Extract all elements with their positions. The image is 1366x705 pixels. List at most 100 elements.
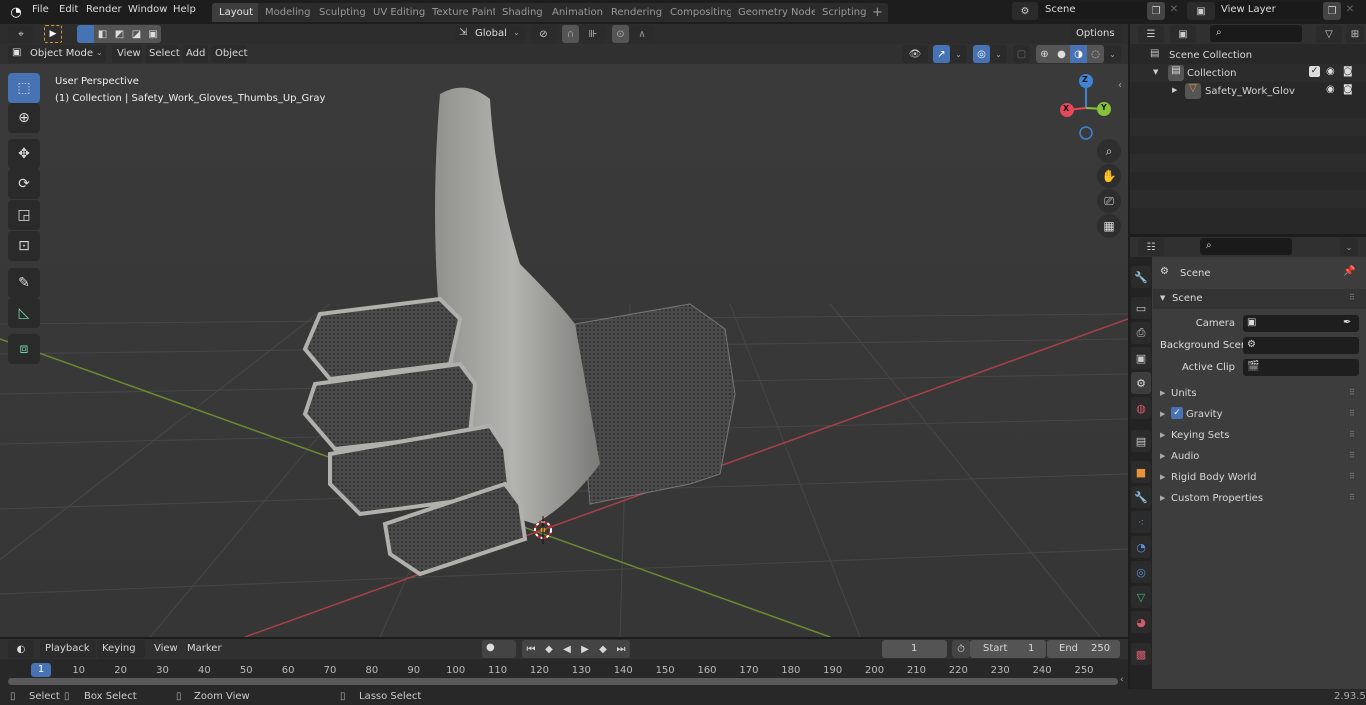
start-frame-field[interactable]: Start 1 xyxy=(970,640,1046,658)
scene-selector-button[interactable]: ⚙ xyxy=(1012,2,1038,20)
jump-to-end-button[interactable]: ⏭ xyxy=(612,640,630,658)
marker-menu[interactable]: Marker xyxy=(187,643,222,654)
view-menu[interactable]: View xyxy=(112,45,142,63)
properties-search-input[interactable]: ⌕ xyxy=(1200,238,1292,255)
outliner-search-input[interactable]: ⌕ xyxy=(1210,25,1302,42)
pan-view-button[interactable]: ✋ xyxy=(1097,164,1121,188)
outliner-row-collection[interactable]: ▼ ▤ Collection ✓ ◉ ◙ xyxy=(1130,64,1366,82)
shading-dropdown[interactable]: ⌄ xyxy=(1104,45,1121,63)
visibility-dropdown[interactable]: 👁 xyxy=(902,45,928,63)
tab-uv-editing[interactable]: UV Editing xyxy=(366,3,433,22)
playhead[interactable]: 1 xyxy=(31,663,51,677)
collapse-arrow-icon[interactable]: ‹ xyxy=(1120,675,1124,685)
options-dropdown[interactable]: Options xyxy=(1070,25,1122,43)
tab-texture-paint[interactable]: Texture Paint xyxy=(425,3,504,22)
add-cube-tool[interactable]: ⧈ xyxy=(8,334,40,364)
expand-arrow-icon[interactable]: ▶ xyxy=(1172,86,1177,94)
object-tab[interactable]: ■ xyxy=(1131,461,1151,483)
drag-handle-icon[interactable]: ⠿ xyxy=(1349,293,1355,302)
subpanel-audio[interactable]: ▶ Audio ⠿ xyxy=(1153,447,1366,467)
subpanel-gravity[interactable]: ▶ ✓ Gravity ⠿ xyxy=(1153,405,1366,425)
menu-window[interactable]: Window xyxy=(128,4,167,15)
snap-target-dropdown[interactable]: ⊪ xyxy=(580,25,606,43)
eye-icon[interactable]: ◉ xyxy=(1326,66,1335,77)
jump-to-prev-keyframe-button[interactable]: ◆ xyxy=(540,640,558,658)
outliner-row-object[interactable]: ▶ ▽ Safety_Work_Gloves_Thu ◉ ◙ xyxy=(1130,82,1366,100)
transform-orientation-dropdown[interactable]: ⇲ Global ⌄ xyxy=(455,25,525,43)
tab-sculpting[interactable]: Sculpting xyxy=(312,3,373,22)
active-tool-button[interactable]: ▶ xyxy=(44,25,62,43)
timeline-scrollbar[interactable] xyxy=(8,678,1118,685)
xray-toggle[interactable]: ▢ xyxy=(1013,45,1030,63)
exclude-checkbox[interactable]: ✓ xyxy=(1309,66,1320,77)
view-layer-selector-button[interactable]: ▣ xyxy=(1187,2,1215,20)
tab-modeling[interactable]: Modeling xyxy=(258,3,318,22)
mode-dropdown[interactable]: ▣ Object Mode ⌄ xyxy=(8,45,106,63)
select-subtract-button[interactable]: ◩ xyxy=(111,25,128,43)
zoom-view-button[interactable]: ⌕ xyxy=(1097,139,1121,163)
output-tab[interactable]: ⎙ xyxy=(1131,322,1151,344)
outliner-row-scene-collection[interactable]: ▤ Scene Collection xyxy=(1130,46,1366,64)
new-collection-button[interactable]: ⊞ xyxy=(1346,25,1364,43)
auto-keying-toggle[interactable]: ● xyxy=(482,640,516,658)
annotate-tool[interactable]: ✎ xyxy=(8,268,40,298)
subpanel-keying-sets[interactable]: ▶ Keying Sets ⠿ xyxy=(1153,426,1366,446)
gizmo-toggle[interactable]: ↗ xyxy=(933,45,950,63)
active-clip-field[interactable]: 🎬 xyxy=(1243,359,1359,376)
editor-type-button[interactable]: ⌖ xyxy=(8,25,34,43)
render-tab[interactable]: ▭ xyxy=(1131,297,1151,319)
ortho-toggle-button[interactable]: ▦ xyxy=(1097,214,1121,238)
eye-icon[interactable]: ◉ xyxy=(1326,84,1335,95)
playback-menu[interactable]: Playback xyxy=(40,640,96,658)
modifiers-tab[interactable]: 🔧 xyxy=(1131,486,1151,508)
preview-range-toggle[interactable]: ⏱ xyxy=(952,640,970,658)
snap-toggle[interactable]: ∩ xyxy=(562,25,579,43)
drag-handle-icon[interactable]: ⠿ xyxy=(1349,409,1355,418)
tab-animation[interactable]: Animation xyxy=(545,3,610,22)
texture-tab[interactable]: ▩ xyxy=(1131,643,1151,665)
camera-render-icon[interactable]: ◙ xyxy=(1343,84,1353,95)
solid-shading-button[interactable]: ● xyxy=(1053,45,1070,63)
tab-rendering[interactable]: Rendering xyxy=(604,3,670,22)
add-menu[interactable]: Add xyxy=(182,45,208,63)
display-mode-dropdown[interactable]: ▣ xyxy=(1170,25,1196,43)
tab-compositing[interactable]: Compositing xyxy=(663,3,740,22)
filter-dropdown[interactable]: ▽ xyxy=(1316,25,1342,43)
select-new-button[interactable] xyxy=(77,25,94,43)
timeline-view-menu[interactable]: View xyxy=(154,643,178,654)
drag-handle-icon[interactable]: ⠿ xyxy=(1349,493,1355,502)
menu-edit[interactable]: Edit xyxy=(59,4,78,15)
outliner-editor-type-button[interactable]: ☰ xyxy=(1138,25,1164,43)
tab-layout[interactable]: Layout xyxy=(212,3,260,22)
proportional-edit-toggle[interactable]: ⊙ xyxy=(612,25,629,43)
sidebar-toggle-icon[interactable]: ‹ xyxy=(1118,80,1122,91)
properties-editor-type-button[interactable]: ☷ xyxy=(1138,238,1164,256)
current-frame-field[interactable]: 1 xyxy=(882,640,947,658)
constraints-tab[interactable]: ◎ xyxy=(1131,561,1151,583)
background-scene-field[interactable]: ⚙ xyxy=(1243,337,1359,354)
scale-tool[interactable]: ◲ xyxy=(8,200,40,230)
keying-menu[interactable]: Keying xyxy=(97,640,145,658)
timeline-editor-type-button[interactable]: ◐ xyxy=(8,640,34,658)
blender-logo-icon[interactable]: ◔ xyxy=(8,4,24,20)
measure-tool[interactable]: ◺ xyxy=(8,298,40,328)
rotate-tool[interactable]: ⟳ xyxy=(8,169,40,199)
select-intersect-button[interactable]: ▣ xyxy=(145,25,161,43)
play-button[interactable]: ▶ xyxy=(576,640,594,658)
world-tab[interactable]: ◍ xyxy=(1131,397,1151,419)
menu-help[interactable]: Help xyxy=(173,4,196,15)
scene-name-field[interactable]: Scene xyxy=(1039,2,1147,19)
particles-tab[interactable]: ⁖ xyxy=(1131,511,1151,533)
select-box-tool[interactable]: ⬚ xyxy=(8,73,40,103)
tool-tab[interactable]: 🔧 xyxy=(1131,266,1151,288)
delete-scene-icon[interactable]: ✕ xyxy=(1167,4,1181,15)
transform-tool[interactable]: ⊡ xyxy=(8,231,40,261)
scene-tab[interactable]: ⚙ xyxy=(1131,372,1151,394)
subpanel-custom-properties[interactable]: ▶ Custom Properties ⠿ xyxy=(1153,489,1366,509)
jump-to-next-keyframe-button[interactable]: ◆ xyxy=(594,640,612,658)
subpanel-rigid-body-world[interactable]: ▶ Rigid Body World ⠿ xyxy=(1153,468,1366,488)
object-menu[interactable]: Object xyxy=(211,45,248,63)
wireframe-shading-button[interactable]: ⊕ xyxy=(1036,45,1053,63)
tab-shading[interactable]: Shading xyxy=(495,3,550,22)
pin-icon[interactable]: 📌 xyxy=(1343,266,1355,277)
